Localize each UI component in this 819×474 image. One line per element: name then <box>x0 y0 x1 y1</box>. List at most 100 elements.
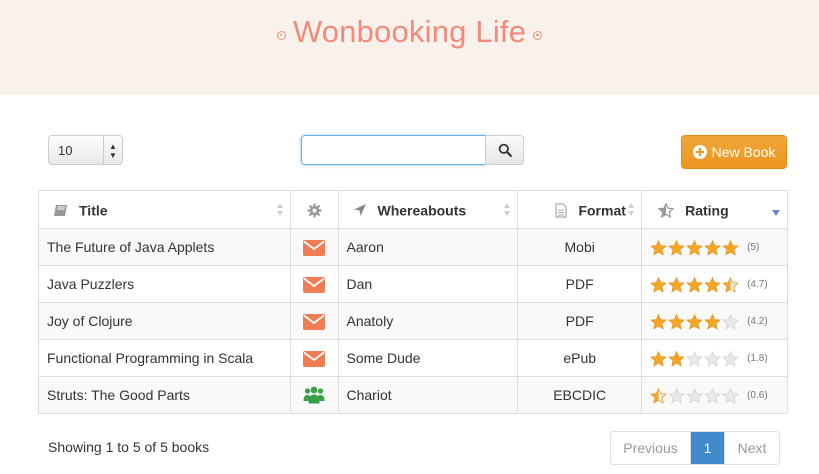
cell-whereabouts: Dan <box>337 265 519 303</box>
new-book-button[interactable]: New Book <box>681 135 787 169</box>
brand-text: Wonbooking Life <box>292 14 527 49</box>
star-full-icon <box>650 239 667 256</box>
star-empty-icon <box>704 350 721 367</box>
star-full-icon <box>668 276 685 293</box>
cell-title: Struts: The Good Parts <box>38 376 291 414</box>
next-page-button[interactable]: Next <box>724 432 779 464</box>
cell-whereabouts: Aaron <box>337 228 519 266</box>
star-full-icon <box>686 313 703 330</box>
cell-action[interactable] <box>289 376 339 414</box>
star-empty-icon <box>722 387 739 404</box>
rating-value: (0.6) <box>747 390 768 402</box>
star-full-icon <box>668 350 685 367</box>
cell-format: PDF <box>517 265 643 303</box>
page-1-button[interactable]: 1 <box>691 432 724 464</box>
bullet-icon <box>533 31 543 40</box>
star-empty-icon <box>686 350 703 367</box>
star-empty-icon <box>722 313 739 330</box>
star-full-icon <box>704 313 721 330</box>
star-half-outline-icon <box>658 202 675 218</box>
column-header-rating[interactable]: Rating <box>641 190 788 229</box>
rating-value: (4.7) <box>747 279 768 291</box>
cell-rating: (1.8) <box>641 339 788 377</box>
gear-icon <box>306 203 322 218</box>
page-size-select[interactable]: 10 ▲ ▼ <box>48 135 123 165</box>
star-rating[interactable] <box>650 350 739 367</box>
bullet-icon <box>276 31 286 40</box>
star-full-icon <box>686 276 703 293</box>
rating-value: (1.8) <box>747 353 768 365</box>
cell-title: Java Puzzlers <box>38 265 291 303</box>
cell-whereabouts: Anatoly <box>337 302 519 340</box>
star-rating[interactable] <box>650 239 739 256</box>
rating-value: (4.2) <box>747 316 768 328</box>
search-icon <box>498 143 512 157</box>
star-half-icon <box>722 276 739 293</box>
star-full-icon <box>704 276 721 293</box>
cell-whereabouts: Some Dude <box>337 339 519 377</box>
envelope-icon[interactable] <box>303 350 326 367</box>
file-icon <box>555 203 568 218</box>
column-format-label: Format <box>578 202 626 219</box>
star-full-icon <box>686 239 703 256</box>
cell-action[interactable] <box>289 302 339 340</box>
brand-title[interactable]: Wonbooking Life <box>0 14 819 50</box>
users-icon[interactable] <box>303 386 325 404</box>
cell-title: Functional Programming in Scala <box>38 339 291 377</box>
star-empty-icon <box>686 387 703 404</box>
star-full-icon <box>650 313 667 330</box>
star-rating[interactable] <box>650 276 739 293</box>
column-title-label: Title <box>79 202 108 219</box>
search-button[interactable] <box>485 135 524 165</box>
star-full-icon <box>668 239 685 256</box>
location-arrow-icon <box>353 204 366 217</box>
cell-title: The Future of Java Applets <box>38 228 291 266</box>
cell-action[interactable] <box>289 265 339 303</box>
cell-format: EBCDIC <box>517 376 643 414</box>
table-row[interactable]: Struts: The Good Parts Chariot EBCDIC (0.6) <box>38 376 788 414</box>
cell-format: PDF <box>517 302 643 340</box>
previous-page-button[interactable]: Previous <box>611 432 691 464</box>
envelope-icon[interactable] <box>303 239 326 256</box>
rating-value: (5) <box>747 242 760 254</box>
table-row[interactable]: Joy of Clojure Anatoly PDF (4.2) <box>38 302 788 340</box>
cell-rating: (4.7) <box>641 265 788 303</box>
sort-desc-icon <box>772 210 780 216</box>
star-full-icon <box>704 239 721 256</box>
plus-circle-icon <box>692 145 707 159</box>
new-book-label: New Book <box>711 144 776 160</box>
updown-arrows-icon: ▲ ▼ <box>103 136 122 164</box>
envelope-icon[interactable] <box>303 313 326 330</box>
column-header-actions <box>289 190 339 229</box>
column-header-title[interactable]: Title <box>38 190 291 229</box>
cell-rating: (4.2) <box>641 302 788 340</box>
column-rating-label: Rating <box>685 202 729 219</box>
cell-whereabouts: Chariot <box>337 376 519 414</box>
envelope-icon[interactable] <box>303 276 326 293</box>
table-row[interactable]: Java Puzzlers Dan PDF (4.7) <box>38 265 788 303</box>
table-header-row: Title Whereabouts Format Rating <box>38 190 788 229</box>
star-empty-icon <box>668 387 685 404</box>
search-input[interactable] <box>301 135 486 165</box>
star-full-icon <box>668 313 685 330</box>
pagination-info: Showing 1 to 5 of 5 books <box>48 439 210 455</box>
star-rating[interactable] <box>650 387 739 404</box>
column-header-whereabouts[interactable]: Whereabouts <box>337 190 519 229</box>
cell-format: ePub <box>517 339 643 377</box>
star-full-icon <box>650 350 667 367</box>
page-header: Wonbooking Life <box>0 0 819 95</box>
pagination: Previous 1 Next <box>610 431 780 465</box>
star-empty-icon <box>722 350 739 367</box>
star-half-icon <box>650 387 667 404</box>
column-header-format[interactable]: Format <box>517 190 643 229</box>
star-empty-icon <box>704 387 721 404</box>
books-table: Title Whereabouts Format Rating The Futu… <box>38 190 788 414</box>
table-row[interactable]: Functional Programming in Scala Some Dude… <box>38 339 788 377</box>
cell-title: Joy of Clojure <box>38 302 291 340</box>
cell-rating: (5) <box>641 228 788 266</box>
cell-rating: (0.6) <box>641 376 788 414</box>
cell-action[interactable] <box>289 228 339 266</box>
cell-action[interactable] <box>289 339 339 377</box>
table-row[interactable]: The Future of Java Applets Aaron Mobi (5) <box>38 228 788 266</box>
star-rating[interactable] <box>650 313 739 330</box>
